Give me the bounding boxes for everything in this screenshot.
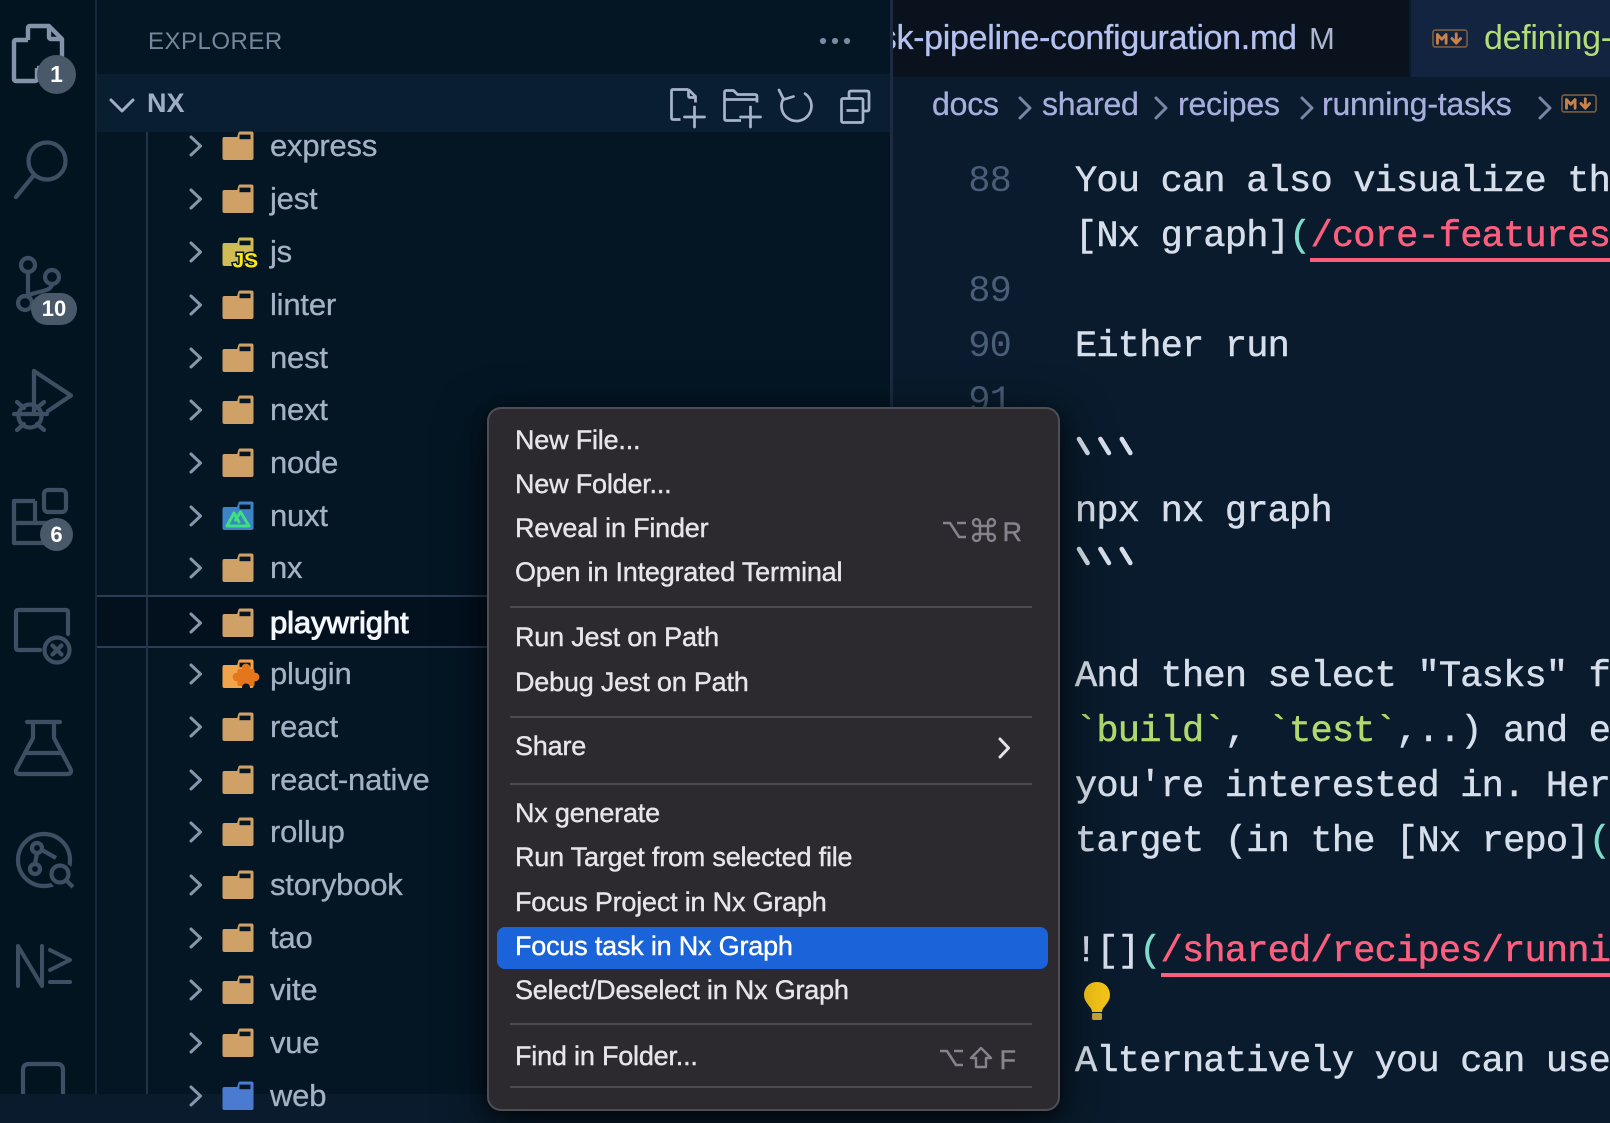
svg-text:JS: JS [233, 250, 259, 273]
